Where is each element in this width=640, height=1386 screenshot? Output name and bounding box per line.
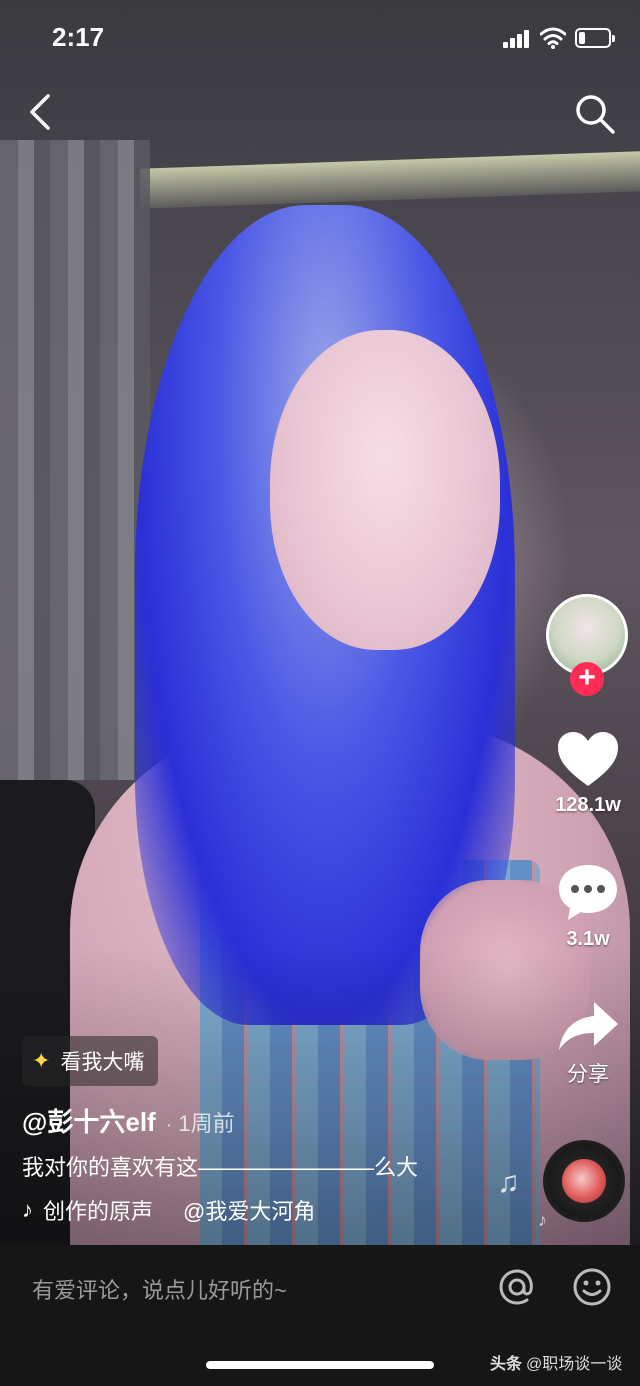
effect-tag[interactable]: ✦ 看我大嘴	[22, 1036, 159, 1086]
music-note-icon: ♫	[497, 1166, 520, 1199]
magic-wand-icon: ✦	[32, 1048, 51, 1073]
battery-fill	[579, 32, 585, 44]
tiktok-note-icon: ♪	[22, 1197, 33, 1222]
face	[270, 330, 500, 650]
signal-icon	[503, 30, 533, 48]
video-caption: 我对你的喜欢有这————————么大	[22, 1155, 419, 1180]
status-time: 2:17	[52, 22, 105, 52]
comment-button[interactable]: 3.1w	[540, 862, 636, 951]
comment-count: 3.1w	[566, 928, 610, 950]
wifi-icon	[540, 27, 566, 49]
home-indicator[interactable]	[206, 1361, 434, 1369]
separator-dot: ·	[165, 1114, 173, 1136]
music-disc[interactable]	[543, 1140, 625, 1222]
watermark: 头条 @职场谈一谈	[490, 1350, 622, 1374]
curtain	[0, 140, 150, 780]
watermark-account: @职场谈一谈	[526, 1356, 623, 1373]
watermark-brand: 头条	[490, 1356, 523, 1373]
ceiling-light	[140, 151, 640, 209]
battery-icon	[575, 28, 615, 48]
sound-author: @我爱大河角	[183, 1199, 316, 1224]
chevron-left-icon[interactable]	[22, 92, 62, 132]
comment-bubble-icon	[559, 865, 617, 920]
share-arrow-icon	[559, 1002, 618, 1050]
emoji-icon[interactable]	[572, 1267, 612, 1307]
sound-title: 创作的原声	[43, 1199, 154, 1224]
effect-tag-label: 看我大嘴	[60, 1051, 145, 1074]
share-label: 分享	[567, 1063, 609, 1086]
like-count: 128.1w	[555, 794, 621, 816]
sound-line[interactable]: ♪ 创作的原声 @我爱大河角	[22, 1193, 352, 1227]
search-icon[interactable]	[573, 92, 617, 136]
music-note-small-icon: ♪	[538, 1210, 547, 1230]
comment-input[interactable]: 有爱评论，说点儿好听的~	[32, 1273, 287, 1305]
at-mention-icon[interactable]	[497, 1267, 537, 1307]
heart-icon	[558, 732, 618, 786]
author-name[interactable]: @彭十六elf	[22, 1102, 156, 1139]
share-button[interactable]: 分享	[540, 1000, 636, 1088]
post-time: 1周前	[178, 1111, 235, 1136]
author-line: @彭十六elf · 1周前	[22, 1102, 235, 1139]
music-disc-cover	[562, 1159, 606, 1203]
status-bar: 2:17	[0, 0, 640, 80]
like-button[interactable]: 128.1w	[540, 730, 636, 817]
follow-button[interactable]: +	[570, 662, 604, 696]
